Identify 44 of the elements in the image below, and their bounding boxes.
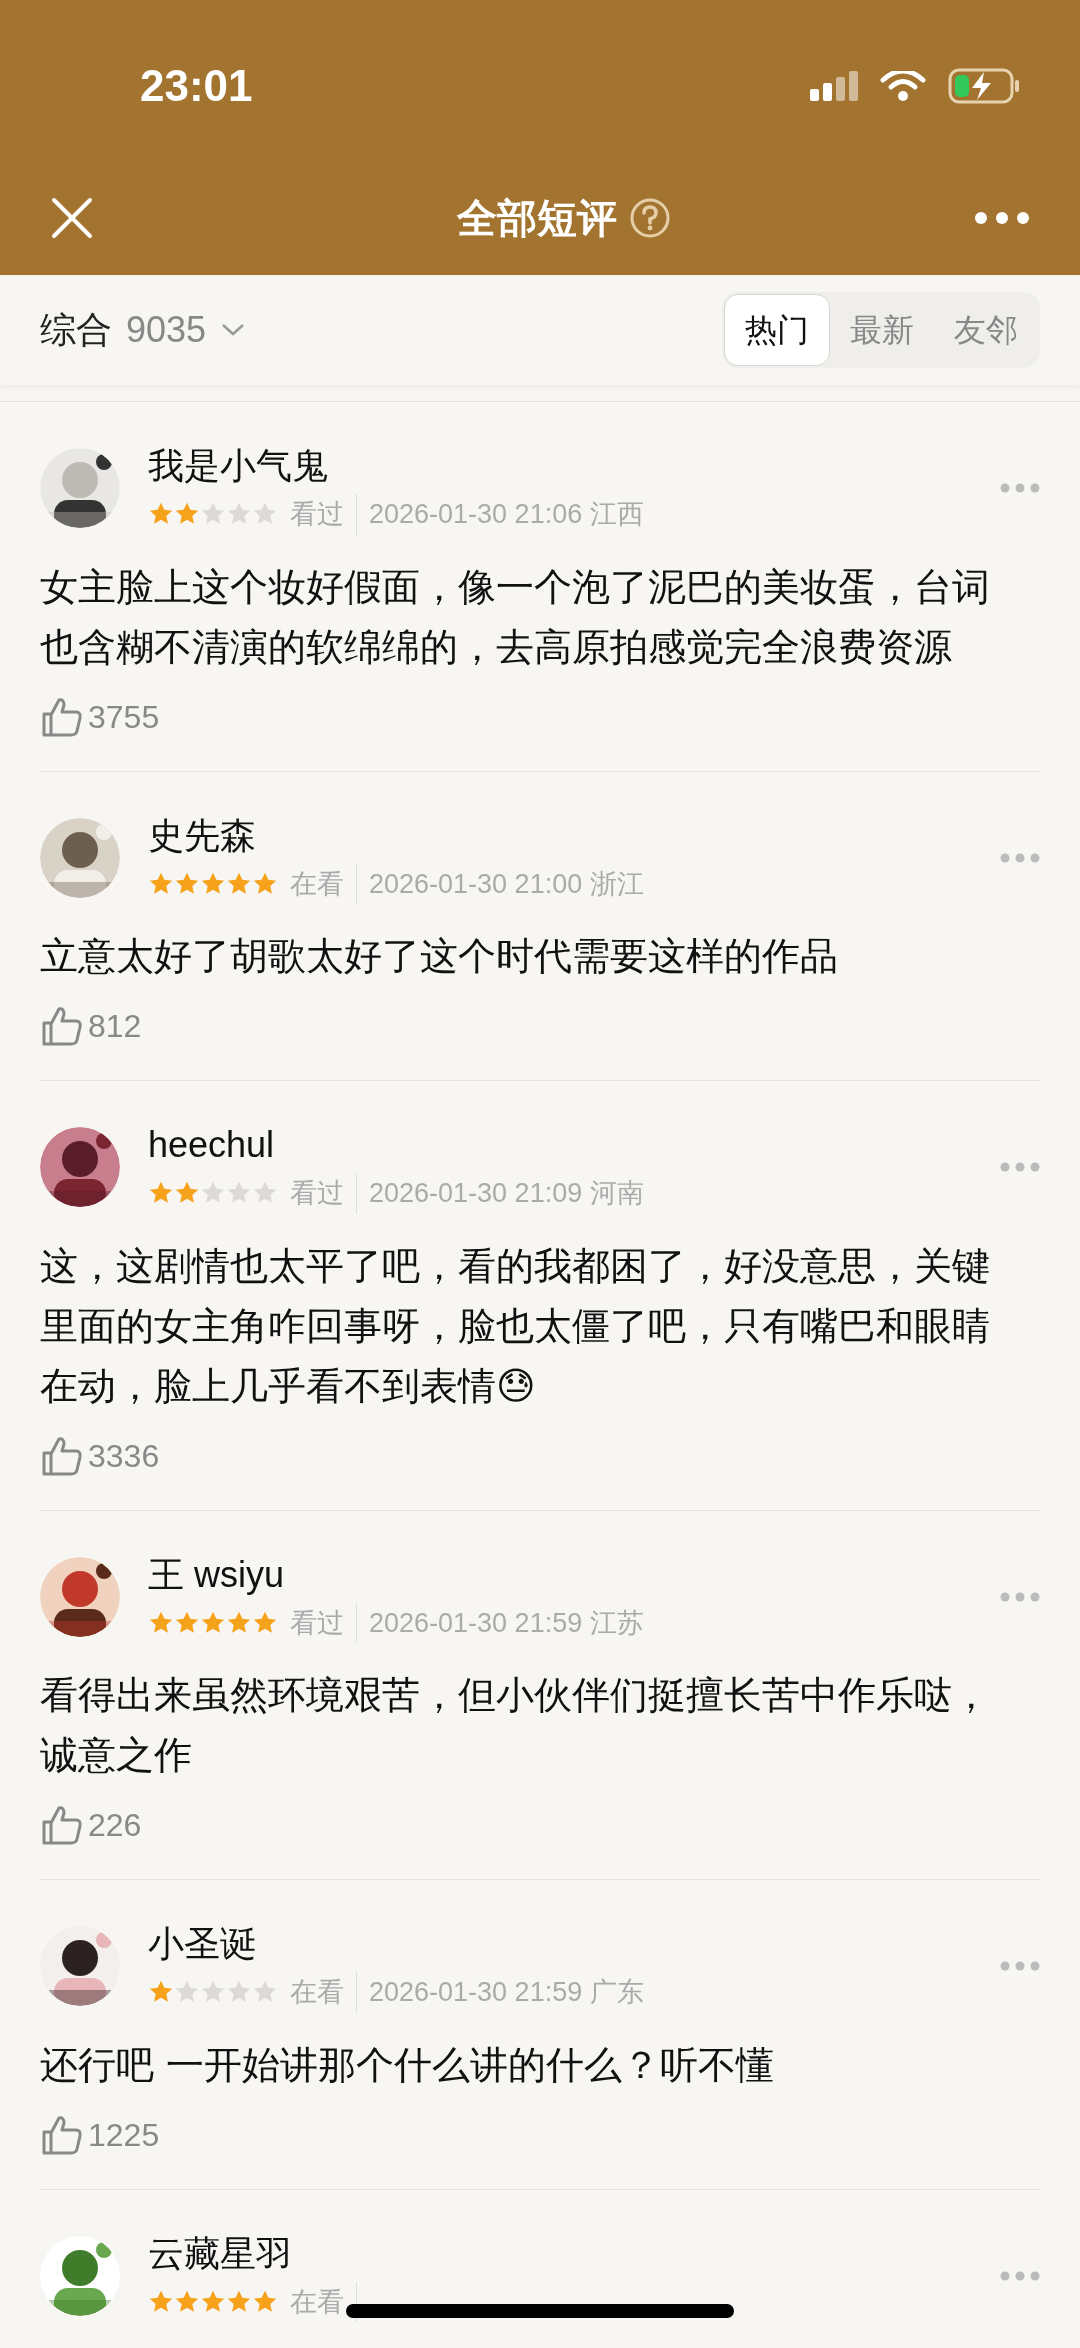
watch-status: 看过 — [290, 1173, 357, 1214]
signal-icon — [810, 71, 858, 101]
watch-status: 看过 — [290, 494, 357, 535]
review-text: 这，这剧情也太平了吧，看的我都困了，好没意思，关键里面的女主角咋回事呀，脸也太僵了吧，只有嘴巴和眼睛在动，脸上几乎看不到表情😓 — [40, 1242, 991, 1410]
more-icon[interactable] — [1000, 1162, 1040, 1173]
battery-icon — [948, 68, 1020, 104]
review-time: 2026-01-30 21:09 — [369, 1177, 583, 1210]
sort-tab[interactable]: 热门 — [724, 294, 830, 366]
user-name[interactable]: 王 wsiyu — [148, 1550, 972, 1599]
more-icon[interactable] — [1000, 1961, 1040, 1972]
review-text: 还行吧 一开始讲那个什么讲的什么？听不懂 — [40, 2041, 776, 2089]
review-region: 河南 — [590, 1176, 645, 1210]
review-time: 2026-01-30 21:59 — [369, 1606, 583, 1640]
thumbs-up-icon — [40, 1803, 84, 1847]
review-text: 看得出来虽然环境艰苦，但小伙伴们挺擅长苦中作乐哒，诚意之作 — [40, 1672, 991, 1779]
review-region: 广东 — [590, 1975, 645, 2009]
user-name[interactable]: 史先森 — [148, 811, 972, 860]
user-name[interactable]: 我是小气鬼 — [148, 442, 972, 490]
user-name[interactable]: 云藏星羽 — [148, 2229, 972, 2278]
help-icon[interactable] — [629, 196, 671, 239]
review-time: 2026-01-30 21:06 — [369, 498, 583, 531]
page-title: 全部短评 — [457, 193, 617, 243]
review-time: 2026-01-30 21:59 — [369, 1976, 583, 2009]
review-region: 浙江 — [590, 866, 645, 901]
more-icon[interactable] — [974, 210, 1030, 225]
more-icon[interactable] — [1000, 1591, 1040, 1602]
watch-status: 在看 — [290, 863, 357, 904]
review-text: 立意太好了胡歌太好了这个时代需要这样的作品 — [40, 933, 839, 980]
status-time: 23:01 — [140, 60, 253, 112]
thumbs-up-icon — [40, 1004, 84, 1048]
watch-status: 看过 — [290, 1602, 357, 1643]
close-icon[interactable] — [50, 195, 94, 240]
review-time: 2026-01-30 21:00 — [369, 867, 583, 901]
more-icon[interactable] — [1000, 483, 1040, 494]
more-icon[interactable] — [1000, 852, 1040, 863]
review-region: 江西 — [590, 497, 645, 531]
review-text: 女主脸上这个妆好假面，像一个泡了泥巴的美妆蛋，台词也含糊不清演的软绵绵的，去高原拍感觉完全浪费资源 — [40, 563, 991, 671]
wifi-icon — [880, 71, 926, 101]
user-name[interactable]: 小圣诞 — [148, 1920, 972, 1968]
sort-dropdown[interactable]: 综合 9035 — [40, 303, 247, 357]
review-region: 江苏 — [590, 1605, 645, 1640]
user-name[interactable]: heechul — [148, 1121, 972, 1169]
watch-status: 在看 — [290, 1972, 357, 2013]
more-icon[interactable] — [1000, 2270, 1040, 2281]
